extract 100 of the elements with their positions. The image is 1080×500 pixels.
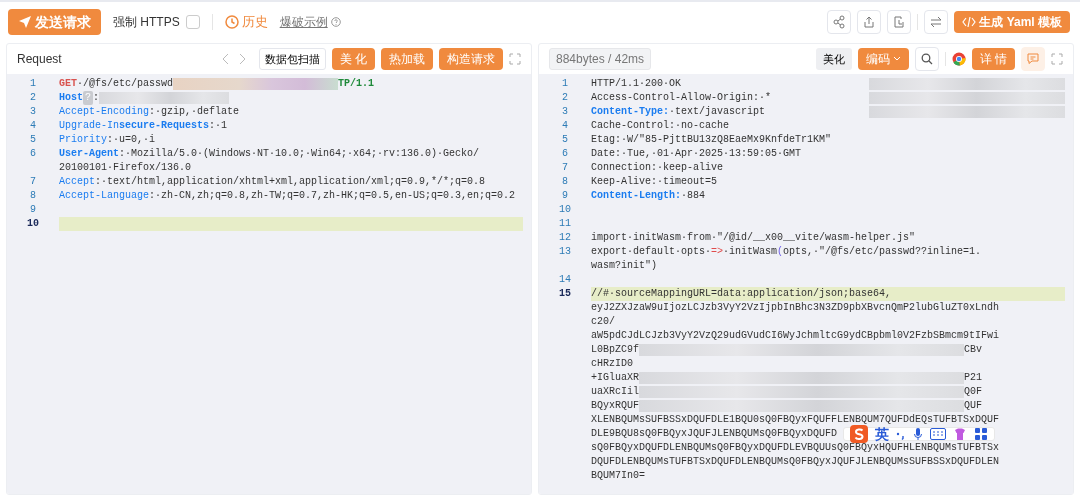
line-number: 1 bbox=[29, 77, 37, 91]
line-number: 4 bbox=[29, 119, 37, 133]
search-button[interactable] bbox=[914, 47, 939, 71]
line-number: 13 bbox=[558, 245, 572, 259]
code-text: ( bbox=[777, 245, 784, 259]
code-text: Access-Control-Allow-Origin:·* bbox=[591, 91, 772, 105]
code-text: :·1 bbox=[209, 119, 228, 133]
code-text: HTTP/1.1·200·OK bbox=[591, 77, 681, 91]
comment-button[interactable] bbox=[1021, 47, 1045, 71]
code-text: ·884 bbox=[681, 189, 706, 203]
code-text: XLENBQUMsSUFBSSxDQUFDLE1BQU0sQ0FBQyxFQUFFLENBQUM7QUFDdEQsTUFBTSxDQUF bbox=[591, 413, 1000, 427]
chevron-down-icon bbox=[892, 56, 901, 62]
browser-icon[interactable] bbox=[951, 52, 966, 66]
action-button[interactable]: 美 化 bbox=[331, 48, 375, 70]
code-text: Content-Type: bbox=[591, 105, 669, 119]
code-text: :·text/html,application/xhtml+xml,application/xml;q=0.9,*/*;q=0.8 bbox=[95, 175, 486, 189]
swap-button[interactable] bbox=[924, 10, 949, 34]
code-text: eyJ2ZXJzaW9uIjozLCJzb3VyY2VzIjpbInBhc3N3ZD9pbXBvcnQmP2lubGluZT0xLndh bbox=[591, 301, 1000, 315]
code-text: c20/ bbox=[591, 315, 615, 329]
action-button[interactable]: 构造请求 bbox=[439, 48, 503, 70]
detail-button[interactable]: 详 情 bbox=[971, 48, 1015, 70]
code-text: export·default·opts· bbox=[591, 245, 712, 259]
line-number: 15 bbox=[558, 287, 572, 301]
history-link[interactable]: 历史 bbox=[224, 12, 268, 32]
line-number: 2 bbox=[29, 91, 37, 105]
import-icon bbox=[892, 15, 907, 29]
yaml-button[interactable]: 生成 Yaml 模板 bbox=[954, 11, 1070, 33]
line-number: 14 bbox=[558, 273, 572, 287]
code-text: User-Agent bbox=[59, 147, 119, 161]
icon-button[interactable] bbox=[887, 10, 912, 34]
line-number: 11 bbox=[558, 217, 572, 231]
scan-button[interactable]: 数据包扫描 bbox=[258, 47, 326, 71]
code-icon bbox=[962, 16, 977, 28]
code-text: Upgrade-In bbox=[59, 119, 119, 133]
share-icon bbox=[832, 15, 847, 29]
code-text: 20100101·Firefox/136.0 bbox=[59, 161, 192, 175]
code-text: :·u=0,·i bbox=[107, 133, 156, 147]
send-button[interactable]: 发送请求 bbox=[8, 9, 101, 35]
code-text: sQ0FBQyxDQUFDLENBQUMsQ0FBQyxDQUFDLEVBQUUsQ0FBQyxHQUFHLENBQUMsTUFBTSx bbox=[591, 442, 1000, 455]
code-text: wasm?init") bbox=[591, 259, 657, 273]
code-text: //#·sourceMappingURL=data:application/json;base64, bbox=[591, 287, 892, 301]
clock-icon bbox=[224, 15, 239, 29]
apps-icon[interactable] bbox=[974, 427, 989, 441]
line-number: 5 bbox=[561, 133, 569, 147]
search-icon bbox=[920, 53, 933, 65]
fullscreen-icon bbox=[1051, 53, 1063, 65]
code-text: import·initWasm·from·"/@id/__x00__vite/wasm-helper.js" bbox=[591, 231, 916, 245]
code-text: DQUFDLENBQUMsTUFBTSxDQUFDLENBQUMsQ0FBQyxJQUFJLENBQUMsSUFBSSxDQUFDLEN bbox=[591, 455, 1000, 469]
ime-mode-toggle[interactable]: 英 bbox=[875, 427, 890, 441]
help-icon bbox=[330, 17, 341, 27]
line-number: 2 bbox=[561, 91, 569, 105]
comment-icon bbox=[1027, 53, 1039, 65]
beautify-button[interactable]: 美化 bbox=[815, 47, 852, 71]
line-number: 8 bbox=[29, 189, 37, 203]
https-checkbox[interactable] bbox=[185, 15, 200, 29]
code-text: Q0F bbox=[964, 385, 983, 399]
https-label: 强制 HTTPS bbox=[113, 14, 180, 31]
code-text: ·/@fs/etc/passwd bbox=[77, 77, 174, 91]
icon-button[interactable] bbox=[827, 10, 852, 34]
icon-button[interactable] bbox=[857, 10, 882, 34]
back-icon[interactable] bbox=[220, 53, 231, 65]
panel-title: Request bbox=[17, 51, 62, 68]
code-text: :·gzip,·deflate bbox=[149, 105, 240, 119]
code-text: ·text/javascript bbox=[669, 105, 766, 119]
code-text: TP/1.1 bbox=[338, 77, 375, 91]
line-number: 3 bbox=[29, 105, 37, 119]
code-text: secure-Requests bbox=[119, 119, 210, 133]
code-text: : bbox=[93, 91, 100, 105]
code-text: Content-Length: bbox=[591, 189, 681, 203]
code-text: GET bbox=[59, 77, 77, 91]
code-text: Accept-Language bbox=[59, 189, 149, 203]
microphone-icon[interactable] bbox=[913, 427, 924, 441]
line-number: 6 bbox=[29, 147, 37, 161]
line-number: 12 bbox=[558, 231, 572, 245]
code-text: cHRzID0 bbox=[591, 357, 633, 371]
code-text: BQyxRQUF bbox=[591, 399, 639, 413]
line-number: 1 bbox=[561, 77, 569, 91]
line-number: 8 bbox=[561, 175, 569, 189]
code-text: => bbox=[711, 245, 724, 259]
code-text: aW5pdCJdLCJzb3VyY2VzQ29udGVudCI6WyJchmltcG9ydCBpbml0V2FzbSBmcm9tIFwi bbox=[591, 329, 1000, 343]
encode-button[interactable]: 编码 bbox=[857, 48, 909, 70]
code-text: Connection:·keep-alive bbox=[591, 161, 724, 175]
code-text: Keep-Alive:·timeout=5 bbox=[591, 175, 718, 189]
send-icon bbox=[18, 15, 32, 29]
skin-icon[interactable] bbox=[953, 427, 968, 441]
code-text: Cache-Control:·no-cache bbox=[591, 119, 730, 133]
code-text: Accept-Encoding bbox=[59, 105, 149, 119]
code-text: +IGluaXR bbox=[591, 371, 639, 385]
line-number: 4 bbox=[561, 119, 569, 133]
line-number: 7 bbox=[561, 161, 569, 175]
line-number: 6 bbox=[561, 147, 569, 161]
stats-badge: 884bytes / 42ms bbox=[549, 48, 652, 70]
code-text: opts,·"/@fs/etc/passwd??inline=1. bbox=[783, 245, 982, 259]
line-number: 3 bbox=[561, 105, 569, 119]
keyboard-icon[interactable] bbox=[930, 428, 947, 440]
action-button[interactable]: 热加载 bbox=[381, 48, 433, 70]
line-number: 9 bbox=[29, 203, 37, 217]
code-text: L0BpZC9f bbox=[591, 343, 639, 357]
example-link[interactable]: 爆破示例 bbox=[279, 13, 328, 31]
line-number: 5 bbox=[29, 133, 37, 147]
